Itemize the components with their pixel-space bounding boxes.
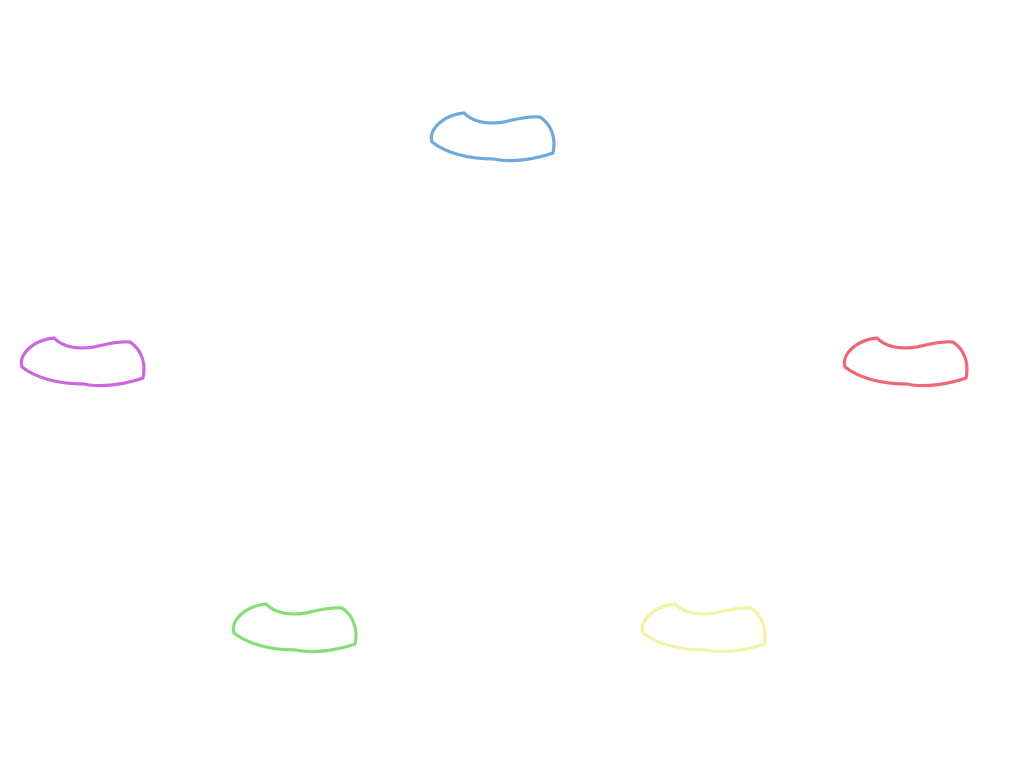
blob-right xyxy=(842,336,969,388)
blob-bottom-right xyxy=(640,602,767,654)
blob-bottom-left xyxy=(231,602,358,654)
blob-left xyxy=(19,336,146,388)
diagram-canvas xyxy=(19,111,969,654)
blob-top-outline xyxy=(429,111,556,163)
blob-left-outline xyxy=(19,336,146,388)
blob-top xyxy=(429,111,556,163)
blob-bottom-right-outline xyxy=(640,602,767,654)
blob-bottom-left-outline xyxy=(231,602,358,654)
blob-right-outline xyxy=(842,336,969,388)
